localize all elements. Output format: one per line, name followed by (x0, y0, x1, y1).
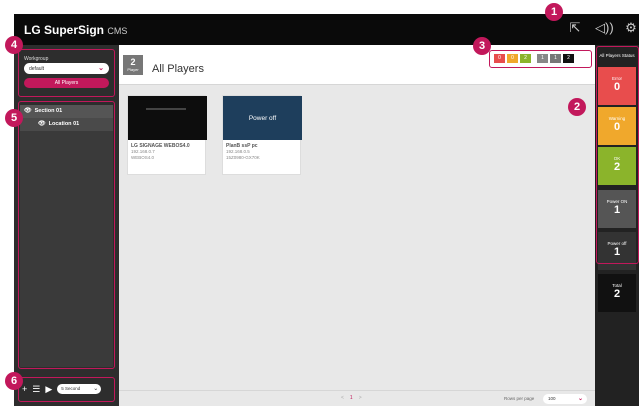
callout-2: 2 (568, 98, 586, 116)
highlight-border-tree (18, 101, 115, 369)
callout-3: 3 (473, 37, 491, 55)
player-card[interactable]: Power off PlanB ssP pc 192.168.0.5 15Z09… (222, 95, 302, 175)
player-model: WEBOS4.0 (131, 155, 155, 160)
highlight-border-tools (18, 377, 115, 402)
page-title: All Players (152, 63, 204, 75)
player-count-badge: 2 Player (123, 55, 143, 75)
player-thumbnail (128, 96, 207, 140)
next-page-button[interactable]: > (359, 395, 362, 401)
page-footer: < 1 > Rows per page 100 ⌄ (119, 390, 595, 406)
callout-1: 1 (545, 3, 563, 21)
highlight-border-status (596, 46, 639, 264)
power-off-overlay: Power off (248, 115, 277, 122)
callout-4: 4 (5, 36, 23, 54)
player-card[interactable]: LG SIGNAGE WEBOS4.0 192.168.0.7 WEBOS4.0 (127, 95, 207, 175)
app-logo: LG SuperSign CMS (24, 23, 128, 37)
rows-per-page-select[interactable]: 100 ⌄ (543, 394, 587, 404)
callout-6: 6 (5, 372, 23, 390)
pagination: < 1 > (341, 395, 362, 401)
player-cards: LG SIGNAGE WEBOS4.0 192.168.0.7 WEBOS4.0… (127, 95, 302, 175)
top-icons: ⇱ ◁)) ⚙ (567, 20, 639, 36)
speaker-icon[interactable]: ◁)) (595, 20, 614, 36)
top-bar: LG SuperSign CMS ⇱ ◁)) ⚙ (14, 14, 639, 45)
player-model: 15Z0980-GX70K (226, 155, 260, 160)
export-icon[interactable]: ⇱ (567, 20, 583, 36)
gear-icon[interactable]: ⚙ (623, 20, 639, 36)
highlight-border-chips (489, 50, 592, 68)
chevron-down-icon: ⌄ (577, 396, 583, 402)
prev-page-button[interactable]: < (341, 395, 344, 401)
rows-per-page-label: Rows per page (504, 396, 535, 401)
main-content: 2 Player All Players 0 0 2 1 1 2 LG SIGN… (119, 45, 595, 406)
current-page[interactable]: 1 (350, 395, 353, 401)
callout-5: 5 (5, 109, 23, 127)
player-thumbnail: Power off (223, 96, 302, 140)
status-total[interactable]: Total 2 (598, 274, 636, 312)
highlight-border-workgroup (18, 49, 115, 97)
